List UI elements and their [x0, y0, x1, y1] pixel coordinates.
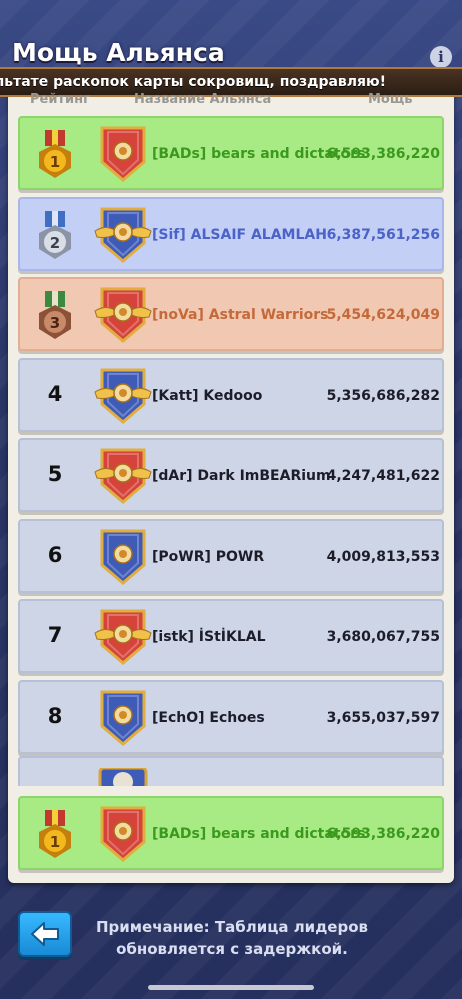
winged-star-emblem	[94, 609, 152, 665]
alliance-name: [EchO] Echoes	[152, 710, 265, 726]
medal-icon: 1	[39, 130, 71, 178]
leaderboard-note: Примечание: Таблица лидеров обновляется …	[92, 916, 372, 960]
alliance-power: 3,680,067,755	[326, 629, 440, 645]
helmet-wings-emblem	[94, 368, 152, 424]
table-row[interactable]: 2 [Sif] ALSAIF ALAMLAH 6,387,561,256	[18, 197, 444, 271]
home-indicator	[148, 985, 314, 990]
table-row[interactable]: 7 [istk] İStİKLAL 3,680,067,755	[18, 599, 444, 673]
winged-crest-emblem	[94, 207, 152, 263]
fists-emblem	[100, 690, 146, 746]
alliance-name: [Sif] ALSAIF ALAMLAH	[152, 227, 327, 243]
table-row[interactable]: 5 [dAr] Dark ImBEARium 4,247,481,622	[18, 438, 444, 512]
alliance-power: 6,593,386,220	[326, 826, 440, 842]
alliance-power: 4,247,481,622	[326, 468, 440, 484]
column-power: Мощь	[368, 92, 413, 107]
table-row[interactable]: 6 [PoWR] POWR 4,009,813,553	[18, 519, 444, 593]
svg-text:1: 1	[50, 833, 60, 851]
fists-emblem	[100, 529, 146, 585]
column-rank: Рейтинг	[30, 92, 90, 107]
header: Мощь Альянса i	[0, 30, 462, 70]
table-row[interactable]: 1 [BADs] bears and dictators 6,593,386,22…	[18, 116, 444, 190]
svg-text:1: 1	[50, 153, 60, 171]
table-row[interactable]: 4 [Katt] Kedooo 5,356,686,282	[18, 358, 444, 432]
medal-icon: 3	[39, 291, 71, 339]
page-title: Мощь Альянса	[12, 38, 225, 67]
alliance-name: [dAr] Dark ImBEARium	[152, 468, 331, 484]
alliance-power: 4,009,813,553	[326, 549, 440, 565]
column-name: Название Альянса	[134, 92, 272, 107]
alliance-power: 5,454,624,049	[326, 307, 440, 323]
note-line-1: Примечание: Таблица лидеров	[95, 918, 369, 936]
alliance-name: [PoWR] POWR	[152, 549, 265, 565]
alliance-power: 3,655,037,597	[326, 710, 440, 726]
winged-star-emblem	[94, 287, 152, 343]
back-button[interactable]	[18, 911, 72, 957]
my-alliance-entry[interactable]: 1 [BADs] bears and dictators 6,593,386,22…	[18, 796, 444, 870]
table-row[interactable]: 3 [noVa] Astral Warriors 5,454,624,049	[18, 277, 444, 351]
rank-number: 6	[47, 543, 63, 567]
alliance-name: [istk] İStİKLAL	[152, 629, 266, 645]
alliance-power: 5,356,686,282	[326, 388, 440, 404]
column-headers: Рейтинг Название Альянса Мощь	[8, 88, 454, 110]
medal-icon: 2	[39, 211, 71, 259]
list-item-partial	[18, 756, 444, 786]
alliance-name: [Katt] Kedooo	[152, 388, 263, 404]
note-line-2: обновляется с задержкой.	[116, 940, 348, 958]
fist-shield-emblem	[100, 126, 146, 182]
svg-text:3: 3	[50, 314, 60, 332]
table-row[interactable]: 8 [EchO] Echoes 3,655,037,597	[18, 680, 444, 754]
winged-star-emblem	[94, 448, 152, 504]
info-icon[interactable]: i	[430, 46, 452, 68]
medal-icon: 1	[39, 810, 71, 858]
alliance-power: 6,593,386,220	[326, 146, 440, 162]
rank-number: 8	[47, 704, 63, 728]
emblem-icon	[98, 768, 148, 786]
rank-number: 7	[47, 623, 63, 647]
svg-text:2: 2	[50, 234, 60, 252]
alliance-power: 6,387,561,256	[326, 227, 440, 243]
fist-shield-emblem	[100, 806, 146, 862]
arrow-left-icon	[31, 922, 59, 946]
rank-number: 5	[47, 462, 63, 486]
rank-number: 4	[47, 382, 63, 406]
alliance-name: [noVa] Astral Warriors	[152, 307, 329, 323]
